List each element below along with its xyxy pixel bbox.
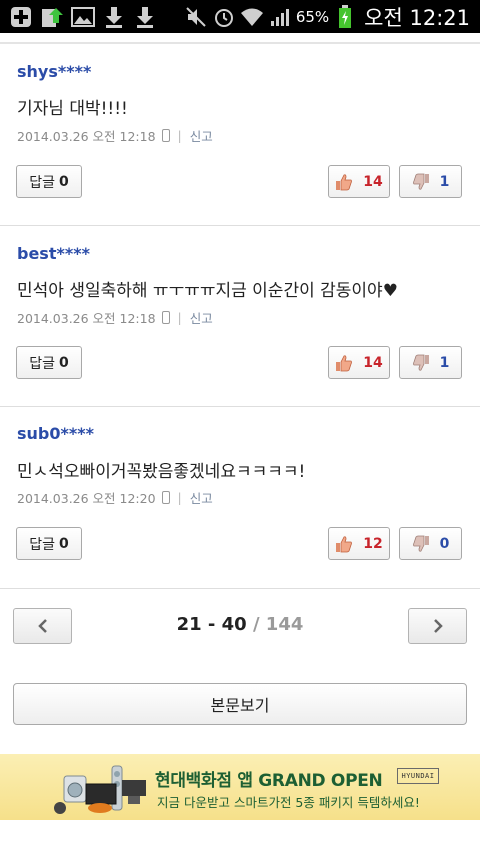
reply-label: 답글	[29, 355, 55, 372]
meta-separator: |	[177, 310, 182, 325]
plus-icon	[8, 4, 33, 29]
battery-charging-icon	[332, 4, 357, 29]
comment-meta: 2014.03.26 오전 12:18 | 신고	[17, 126, 213, 145]
wifi-icon	[240, 4, 265, 29]
comment-date: 2014.03.26 오전 12:20	[17, 491, 156, 506]
meta-separator: |	[177, 128, 182, 143]
reply-count: 0	[59, 354, 69, 371]
reply-label: 답글	[29, 536, 55, 553]
view-article-button[interactable]: 본문보기	[13, 683, 467, 725]
reply-label: 답글	[29, 174, 55, 191]
ad-banner[interactable]: 현대백화점 앱 GRAND OPEN 지금 다운받고 스마트가전 5종 패키지 …	[0, 754, 480, 820]
battery-percent: 65%	[295, 7, 330, 26]
mobile-icon	[161, 311, 170, 324]
download-icon	[101, 4, 126, 29]
comment-author[interactable]: sub0****	[17, 424, 94, 443]
dislike-button[interactable]: 1	[399, 346, 462, 379]
thumbs-up-icon	[336, 535, 353, 552]
dislike-count: 1	[439, 354, 450, 371]
like-count: 12	[363, 535, 383, 552]
chevron-right-icon	[433, 619, 443, 633]
thumbs-up-icon	[336, 173, 353, 190]
comment-text: 민ㅅ석오빠이거꼭봤음좋겠네요ㅋㅋㅋㅋ!	[17, 462, 306, 482]
alarm-icon	[212, 4, 237, 29]
like-button[interactable]: 12	[328, 527, 390, 560]
reply-button[interactable]: 답글 0	[16, 165, 82, 198]
hyundai-logo: HYUNDAI	[397, 768, 439, 784]
dislike-button[interactable]: 1	[399, 165, 462, 198]
status-bar: 65% 오전 12:21	[0, 0, 480, 33]
like-button[interactable]: 14	[328, 346, 390, 379]
comment-author[interactable]: best****	[17, 244, 90, 263]
reply-button[interactable]: 답글 0	[16, 527, 82, 560]
like-count: 14	[363, 173, 383, 190]
report-link[interactable]: 신고	[190, 488, 213, 507]
comment-date: 2014.03.26 오전 12:18	[17, 311, 156, 326]
like-button[interactable]: 14	[328, 165, 390, 198]
signal-icon	[268, 4, 293, 29]
dislike-button[interactable]: 0	[399, 527, 462, 560]
report-link[interactable]: 신고	[190, 308, 213, 327]
page-range: 21 - 40	[176, 614, 247, 635]
reply-count: 0	[59, 173, 69, 190]
comment-item: best**** 민석아 생일축하해 ㅠㅜㅠㅠ지금 이순간이 감동이야♥ 201…	[0, 226, 480, 408]
meta-separator: |	[177, 490, 182, 505]
comment-item: shys**** 기자님 대박!!!! 2014.03.26 오전 12:18 …	[0, 44, 480, 226]
mute-icon	[184, 4, 209, 29]
like-count: 14	[363, 354, 383, 371]
reply-count: 0	[59, 535, 69, 552]
upload-icon	[39, 4, 64, 29]
next-page-button[interactable]	[408, 608, 467, 644]
image-icon	[70, 4, 95, 29]
bottom-space	[0, 820, 480, 853]
dislike-count: 1	[439, 173, 450, 190]
comment-text: 민석아 생일축하해 ㅠㅜㅠㅠ지금 이순간이 감동이야♥	[17, 281, 398, 301]
page-total: / 144	[246, 614, 304, 635]
ad-title: 현대백화점 앱 GRAND OPEN	[155, 771, 383, 791]
comment-divider	[0, 588, 480, 589]
thumbs-down-icon	[412, 173, 429, 190]
comment-text: 기자님 대박!!!!	[17, 99, 128, 119]
download-icon	[132, 4, 157, 29]
comment-author[interactable]: shys****	[17, 62, 91, 81]
reply-button[interactable]: 답글 0	[16, 346, 82, 379]
thumbs-down-icon	[412, 535, 429, 552]
appliance-products-image	[54, 765, 146, 814]
mobile-icon	[161, 491, 170, 504]
thumbs-down-icon	[412, 354, 429, 371]
mobile-icon	[161, 129, 170, 142]
comment-meta: 2014.03.26 오전 12:18 | 신고	[17, 308, 213, 327]
dislike-count: 0	[439, 535, 450, 552]
clock: 오전 12:21	[364, 5, 470, 30]
thumbs-up-icon	[336, 354, 353, 371]
ad-subtitle: 지금 다운받고 스마트가전 5종 패키지 득템하세요!	[157, 795, 420, 810]
report-link[interactable]: 신고	[190, 126, 213, 145]
comment-date: 2014.03.26 오전 12:18	[17, 129, 156, 144]
comment-meta: 2014.03.26 오전 12:20 | 신고	[17, 488, 213, 507]
comment-item: sub0**** 민ㅅ석오빠이거꼭봤음좋겠네요ㅋㅋㅋㅋ! 2014.03.26 …	[0, 407, 480, 589]
